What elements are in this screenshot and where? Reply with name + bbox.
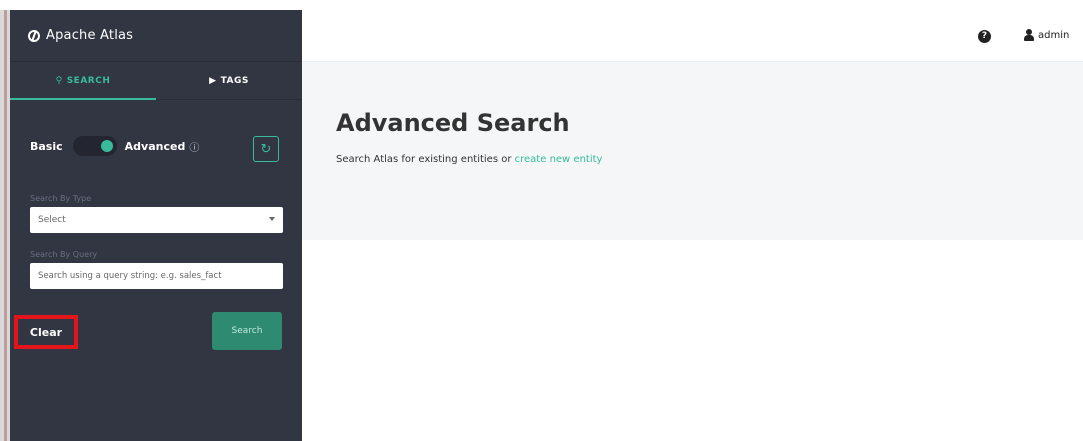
query-input[interactable]: Search using a query string: e.g. sales_… bbox=[30, 263, 283, 289]
user-icon bbox=[1024, 29, 1034, 41]
page-subtitle: Search Atlas for existing entities or cr… bbox=[336, 154, 602, 165]
advanced-search-hero: Advanced Search Search Atlas for existin… bbox=[302, 62, 1083, 240]
edge-mark bbox=[4, 10, 7, 441]
type-select-value: Select bbox=[38, 215, 66, 225]
clear-button[interactable]: Clear bbox=[14, 315, 78, 349]
tag-icon: ▶ bbox=[209, 75, 217, 86]
globe-icon bbox=[28, 29, 40, 42]
refresh-button[interactable]: ↻ bbox=[253, 136, 279, 162]
tab-search[interactable]: ⚲ SEARCH bbox=[10, 62, 156, 100]
advanced-label: Advanced bbox=[124, 139, 186, 153]
sidebar-tabs: ⚲ SEARCH ▶ TAGS bbox=[10, 62, 302, 100]
type-select[interactable]: Select bbox=[30, 207, 283, 233]
chevron-down-icon bbox=[269, 217, 275, 221]
tab-search-label: SEARCH bbox=[66, 75, 111, 86]
search-icon: ⚲ bbox=[55, 75, 63, 86]
create-entity-link[interactable]: create new entity bbox=[515, 154, 603, 165]
sidebar: Apache Atlas ⚲ SEARCH ▶ TAGS Basic Advan… bbox=[10, 10, 302, 441]
user-name: admin bbox=[1038, 29, 1070, 41]
page-top-strip bbox=[0, 0, 1083, 10]
clear-button-label: Clear bbox=[29, 325, 63, 339]
help-icon[interactable]: ? bbox=[978, 30, 991, 43]
tab-tags-label: TAGS bbox=[220, 75, 249, 86]
top-bar: ? admin bbox=[302, 10, 1083, 62]
tab-tags[interactable]: ▶ TAGS bbox=[156, 62, 302, 99]
brand-title: Apache Atlas bbox=[46, 28, 134, 43]
search-mode-toggle-row: Basic Advanced ⓘ bbox=[30, 136, 199, 156]
user-menu[interactable]: admin bbox=[1024, 29, 1069, 41]
help-circle-icon[interactable]: ⓘ bbox=[189, 139, 199, 154]
refresh-icon: ↻ bbox=[260, 141, 272, 157]
search-mode-switch[interactable] bbox=[72, 136, 117, 156]
page: Apache Atlas ⚲ SEARCH ▶ TAGS Basic Advan… bbox=[0, 0, 1083, 441]
search-by-query-label: Search By Query bbox=[30, 250, 98, 259]
basic-label: Basic bbox=[30, 139, 63, 153]
search-by-type-label: Search By Type bbox=[30, 194, 92, 203]
search-button[interactable]: Search bbox=[212, 312, 282, 350]
switch-knob bbox=[100, 140, 113, 152]
subtitle-text: Search Atlas for existing entities or bbox=[336, 154, 515, 165]
query-input-placeholder: Search using a query string: e.g. sales_… bbox=[38, 271, 222, 281]
search-button-label: Search bbox=[231, 326, 263, 336]
brand-header[interactable]: Apache Atlas bbox=[10, 10, 302, 62]
window-left-edge bbox=[0, 10, 10, 441]
page-title: Advanced Search bbox=[336, 109, 570, 137]
